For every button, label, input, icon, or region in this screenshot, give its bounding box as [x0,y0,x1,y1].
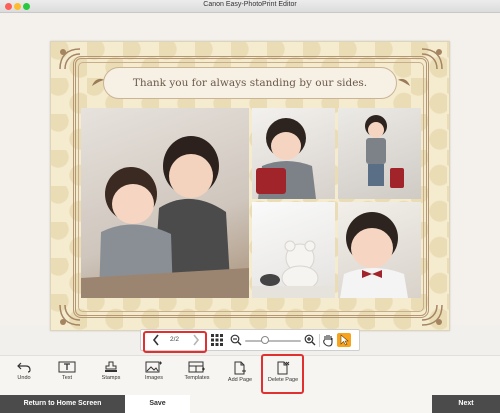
photo-girl-standing[interactable] [338,108,421,199]
editor-window: Canon Easy-PhotoPrint Editor Thank you f… [0,0,500,413]
corner-ornament-top-left [59,48,81,70]
previous-page-button[interactable] [151,333,161,351]
zoom-out-button[interactable] [230,334,242,350]
hand-icon [323,335,333,347]
chevron-left-icon [152,334,159,346]
page-indicator: 2/2 [170,336,180,343]
select-tool-button[interactable] [337,333,351,347]
banner-text[interactable]: Thank you for always standing by our sid… [104,77,396,89]
corner-ornament-bottom-left [59,304,81,326]
page-navigation-bar: 2/2 [140,329,360,353]
templates-icon [188,361,205,373]
images-button[interactable]: Images [132,357,176,395]
zoom-slider[interactable] [245,340,301,342]
undo-label: Undo [17,375,31,381]
text-button[interactable]: Text [45,357,89,395]
grid-icon [211,334,223,346]
zoom-in-button[interactable] [304,334,316,350]
add-page-icon [234,361,246,375]
photo-girl-with-bag[interactable] [252,108,335,199]
chevron-right-icon [193,334,200,346]
stamps-icon [105,361,117,372]
toolbar-separator [319,334,320,347]
save-button[interactable]: Save [125,395,190,413]
undo-button[interactable]: Undo [2,357,46,395]
text-label: Text [61,375,73,381]
return-to-home-button[interactable]: Return to Home Screen [0,395,125,413]
undo-icon [17,362,31,373]
photo-two-girls[interactable] [81,108,249,298]
zoom-slider-handle[interactable] [261,336,269,344]
leaf-flourish-icon [92,78,104,86]
page-layout[interactable]: Thank you for always standing by our sid… [50,41,450,331]
leaf-flourish-icon [398,78,410,86]
bottom-bar: Return to Home Screen Save Next [0,395,500,413]
templates-button[interactable]: Templates [175,357,219,395]
window-title: Canon Easy-PhotoPrint Editor [203,1,297,8]
photo-toddler-bowtie[interactable] [338,202,421,298]
corner-ornament-bottom-right [421,304,443,326]
stamps-label: Stamps [101,375,121,381]
images-label: Images [144,375,164,381]
next-page-button[interactable] [191,333,201,351]
hand-tool-button[interactable] [322,333,334,351]
add-page-label: Add Page [227,377,253,383]
edit-area: Thank you for always standing by our sid… [0,13,500,331]
zoom-in-icon [304,334,316,346]
edit-tools-bar: Undo Text Stamps Images Templates Add Pa… [0,355,500,395]
images-icon [145,361,162,373]
next-button[interactable]: Next [432,395,500,413]
photo-teddy-bear[interactable] [252,202,335,298]
page-list-button[interactable] [211,334,223,350]
title-banner[interactable]: Thank you for always standing by our sid… [103,67,397,99]
stamps-button[interactable]: Stamps [89,357,133,395]
delete-page-highlight [261,354,304,394]
templates-label: Templates [184,375,210,381]
add-page-button[interactable]: Add Page [218,357,262,395]
corner-ornament-top-right [421,48,443,70]
title-bar: Canon Easy-PhotoPrint Editor [0,0,500,13]
cursor-arrow-icon [340,334,349,346]
zoom-out-icon [230,334,242,346]
text-icon [58,361,76,373]
